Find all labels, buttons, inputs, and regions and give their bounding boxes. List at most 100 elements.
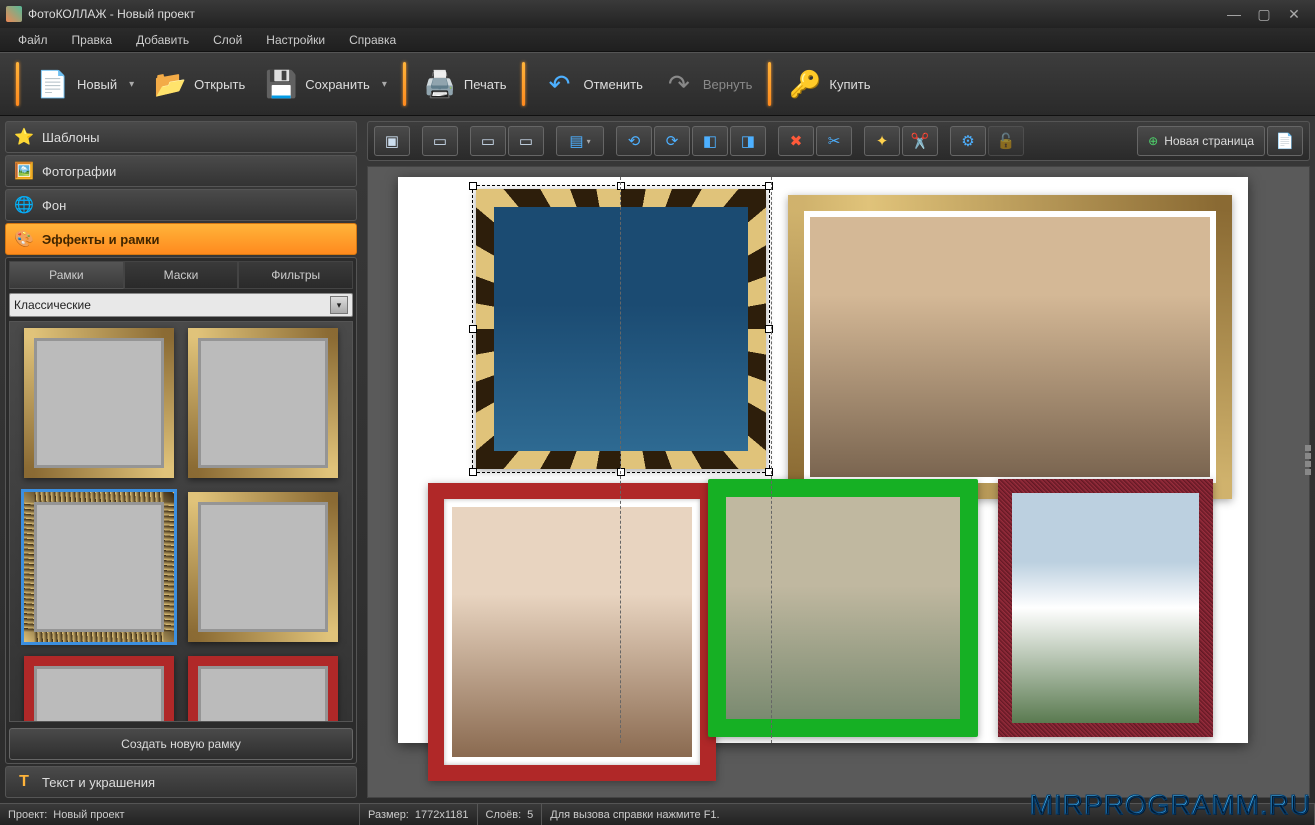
- title-bar: ФотоКОЛЛАЖ - Новый проект — ▢ ✕: [0, 0, 1315, 28]
- frame-thumb-ornate[interactable]: [24, 492, 174, 642]
- menu-settings[interactable]: Настройки: [256, 30, 335, 50]
- accordion-label: Эффекты и рамки: [42, 232, 160, 247]
- rotate-left-icon: ⟲: [628, 132, 641, 150]
- close-button[interactable]: ✕: [1279, 6, 1309, 23]
- canvas-viewport[interactable]: [367, 166, 1310, 798]
- send-backward-button[interactable]: ▭: [470, 126, 506, 156]
- main-toolbar: 📄 Новый ▾ 📂 Открыть 💾 Сохранить ▾ 🖨️ Печ…: [0, 52, 1315, 116]
- frame-thumb-gold[interactable]: [188, 492, 338, 642]
- maximize-button[interactable]: ▢: [1249, 6, 1279, 23]
- accordion-templates[interactable]: ⭐ Шаблоны: [5, 121, 357, 153]
- menu-layer[interactable]: Слой: [203, 30, 252, 50]
- menu-help[interactable]: Справка: [339, 30, 406, 50]
- menu-add[interactable]: Добавить: [126, 30, 199, 50]
- save-button[interactable]: 💾 Сохранить ▾: [255, 63, 397, 105]
- print-label: Печать: [464, 77, 507, 92]
- undo-icon: ↶: [543, 68, 575, 100]
- lock-icon: 🔓: [997, 132, 1016, 150]
- photo-frame-1[interactable]: [476, 189, 766, 469]
- undo-button[interactable]: ↶ Отменить: [533, 63, 652, 105]
- collage-page[interactable]: [398, 177, 1248, 743]
- page-settings-button[interactable]: 📄: [1267, 126, 1303, 156]
- cut-button[interactable]: ✂️: [902, 126, 938, 156]
- layer-back-button[interactable]: ▣: [374, 126, 410, 156]
- content-area: ⭐ Шаблоны 🖼️ Фотографии 🌐 Фон 🎨 Эффекты …: [0, 116, 1315, 803]
- subtab-masks[interactable]: Маски: [124, 261, 239, 289]
- page-gear-icon: 📄: [1276, 132, 1295, 150]
- flip-v-icon: ◨: [741, 132, 755, 150]
- status-layers-value: 5: [527, 809, 533, 821]
- menu-bar: Файл Правка Добавить Слой Настройки Спра…: [0, 28, 1315, 52]
- photo-frame-3[interactable]: [428, 483, 716, 781]
- star-icon: ⭐: [14, 127, 34, 147]
- crop-icon: ✂: [828, 132, 841, 150]
- buy-button[interactable]: 🔑 Купить: [779, 63, 880, 105]
- photo-frame-5[interactable]: [998, 479, 1213, 737]
- flip-horizontal-button[interactable]: ◧: [692, 126, 728, 156]
- frame-thumb-red[interactable]: [188, 656, 338, 722]
- text-icon: T: [14, 772, 34, 792]
- photo-icon: 🖼️: [14, 161, 34, 181]
- status-project: Проект: Новый проект: [0, 804, 360, 825]
- bring-forward-icon: ▭: [433, 132, 447, 150]
- accordion-background[interactable]: 🌐 Фон: [5, 189, 357, 221]
- settings-button[interactable]: ⚙: [950, 126, 986, 156]
- redo-icon: ↷: [663, 68, 695, 100]
- guide-vertical: [620, 177, 621, 743]
- photo-frame-2[interactable]: [788, 195, 1232, 499]
- crop-button[interactable]: ✂: [816, 126, 852, 156]
- new-label: Новый: [77, 77, 117, 92]
- redo-button[interactable]: ↷ Вернуть: [653, 63, 763, 105]
- printer-icon: 🖨️: [424, 68, 456, 100]
- create-frame-button[interactable]: Создать новую рамку: [9, 728, 353, 760]
- accordion-effects-frames[interactable]: 🎨 Эффекты и рамки: [5, 223, 357, 255]
- magic-button[interactable]: ✦: [864, 126, 900, 156]
- new-button[interactable]: 📄 Новый ▾: [27, 63, 144, 105]
- status-size-value: 1772x1181: [415, 809, 469, 821]
- print-button[interactable]: 🖨️ Печать: [414, 63, 517, 105]
- menu-edit[interactable]: Правка: [62, 30, 123, 50]
- subtab-frames[interactable]: Рамки: [9, 261, 124, 289]
- align-button[interactable]: ▤: [556, 126, 604, 156]
- frame-thumb-gold[interactable]: [188, 328, 338, 478]
- flip-vertical-button[interactable]: ◨: [730, 126, 766, 156]
- new-page-button[interactable]: ⊕ Новая страница: [1137, 126, 1265, 156]
- status-project-label: Проект:: [8, 809, 47, 821]
- dropdown-icon: ▾: [382, 79, 387, 90]
- canvas-area: ▣ ▭ ▭ ▭ ▤ ⟲ ⟳ ◧ ◨ ✖ ✂ ✦ ✂️ ⚙ 🔓 ⊕ Нов: [362, 116, 1315, 803]
- accordion-photos[interactable]: 🖼️ Фотографии: [5, 155, 357, 187]
- accordion-text-decor[interactable]: T Текст и украшения: [5, 766, 357, 798]
- side-handle[interactable]: [1305, 445, 1315, 475]
- photo-frame-4[interactable]: [708, 479, 978, 737]
- photo-3: [452, 507, 692, 757]
- status-help-text: Для вызова справки нажмите F1.: [550, 809, 719, 821]
- minimize-button[interactable]: —: [1219, 6, 1249, 22]
- toolbar-divider: [768, 62, 773, 106]
- bring-forward-button[interactable]: ▭: [422, 126, 458, 156]
- frame-thumb-red[interactable]: [24, 656, 174, 722]
- gear-icon: ⚙: [961, 132, 974, 150]
- status-layers-label: Слоёв:: [486, 809, 522, 821]
- open-button[interactable]: 📂 Открыть: [144, 63, 255, 105]
- save-label: Сохранить: [305, 77, 370, 92]
- category-select[interactable]: Классические ▾: [9, 293, 353, 317]
- subtab-filters[interactable]: Фильтры: [238, 261, 353, 289]
- frame-thumb-gold[interactable]: [24, 328, 174, 478]
- menu-file[interactable]: Файл: [8, 30, 58, 50]
- canvas-toolbar: ▣ ▭ ▭ ▭ ▤ ⟲ ⟳ ◧ ◨ ✖ ✂ ✦ ✂️ ⚙ 🔓 ⊕ Нов: [367, 121, 1310, 161]
- effects-panel: Рамки Маски Фильтры Классические ▾ Созда…: [5, 257, 357, 764]
- rotate-left-button[interactable]: ⟲: [616, 126, 652, 156]
- globe-icon: 🌐: [14, 195, 34, 215]
- subtabs: Рамки Маски Фильтры: [9, 261, 353, 289]
- delete-icon: ✖: [790, 132, 803, 150]
- delete-button[interactable]: ✖: [778, 126, 814, 156]
- photo-1: [494, 207, 748, 451]
- status-size-label: Размер:: [368, 809, 409, 821]
- lock-button[interactable]: 🔓: [988, 126, 1024, 156]
- window-title: ФотоКОЛЛАЖ - Новый проект: [28, 7, 195, 21]
- palette-icon: 🎨: [14, 229, 34, 249]
- photo-5: [1012, 493, 1199, 723]
- rotate-right-button[interactable]: ⟳: [654, 126, 690, 156]
- status-help: Для вызова справки нажмите F1.: [542, 804, 1315, 825]
- send-to-back-button[interactable]: ▭: [508, 126, 544, 156]
